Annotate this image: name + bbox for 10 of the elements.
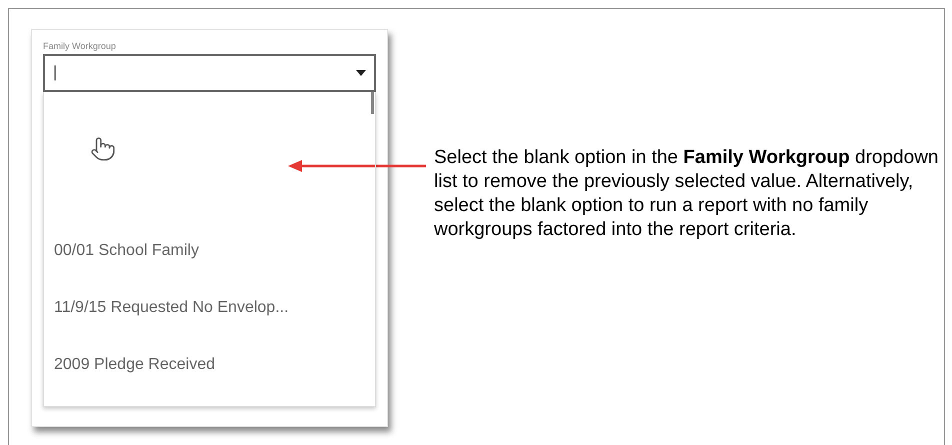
dropdown-field[interactable]: | xyxy=(43,54,376,92)
dropdown-option[interactable]: 00/01 School Family xyxy=(44,222,375,279)
caret-icon xyxy=(356,70,366,76)
dropdown-option[interactable]: 2009 Pledge Received xyxy=(44,336,375,393)
field-value: | xyxy=(53,63,58,83)
hand-cursor-icon xyxy=(90,136,116,162)
dropdown-option[interactable]: 11/9/15 Requested No Envelop... xyxy=(44,279,375,336)
callout-text: Select the blank option in the Family Workgroup dropdown list to remove the previously selected value. Alternatively, select the blank option to run a report with no family workgroups factored into the report criteria. xyxy=(434,146,940,242)
field-label: Family Workgroup xyxy=(43,40,117,52)
scrollbar-thumb[interactable] xyxy=(371,92,374,114)
